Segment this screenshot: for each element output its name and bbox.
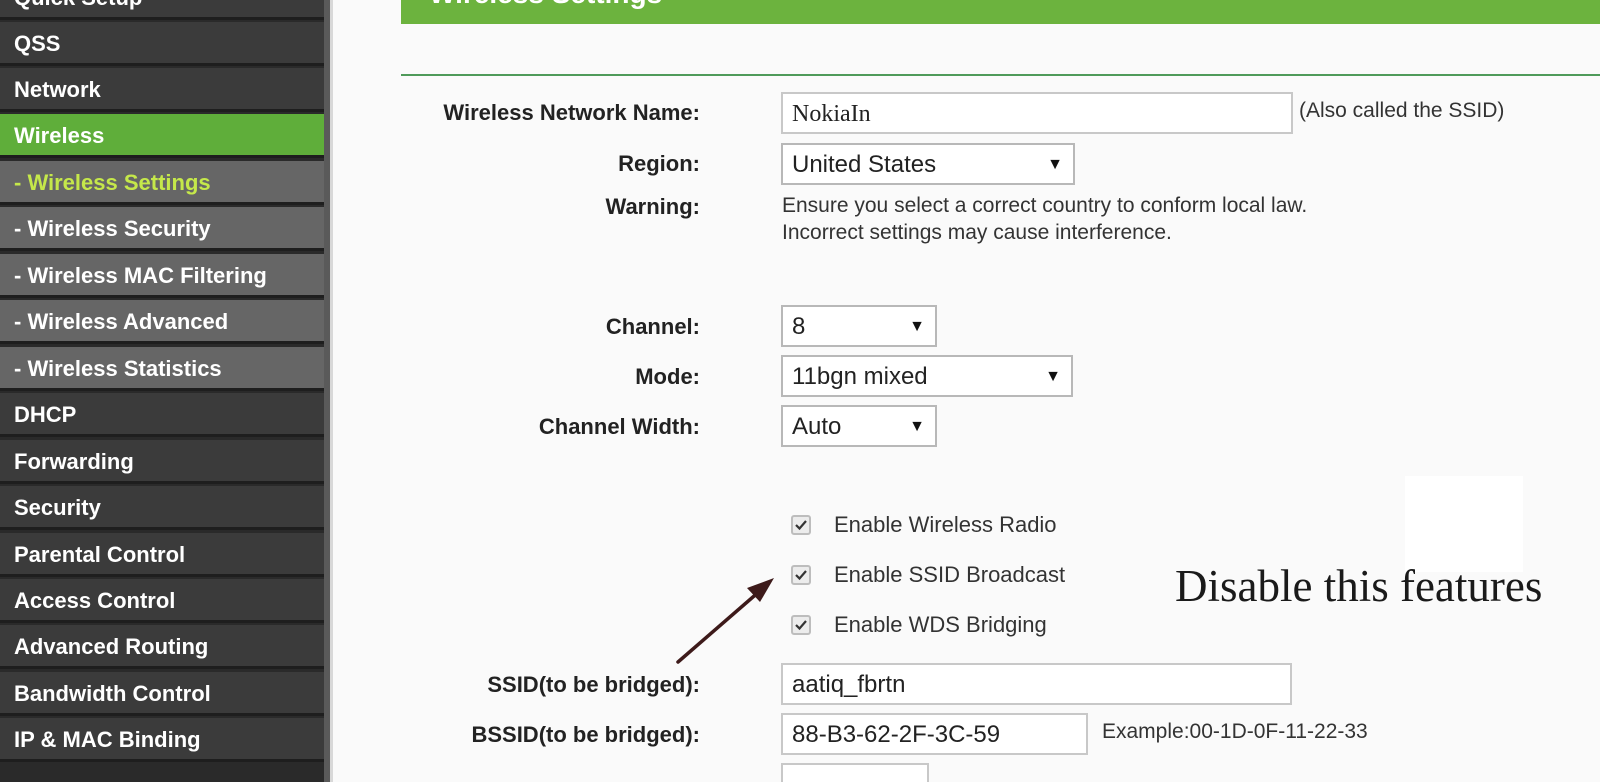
dropdown-arrow-icon: ▼ xyxy=(909,418,925,435)
page-title-bar: Wireless Settings xyxy=(401,0,1600,24)
region-select-value: United States xyxy=(792,151,937,178)
sidebar-item-quick-setup[interactable]: Quick Setup xyxy=(0,0,324,20)
sidebar-nav: Quick Setup QSS Network Wireless - Wirel… xyxy=(0,0,330,782)
dropdown-arrow-icon: ▼ xyxy=(909,318,925,335)
page-title: Wireless Settings xyxy=(429,0,662,8)
sidebar-item-qss[interactable]: QSS xyxy=(0,22,324,66)
sidebar-item-bandwidth-control[interactable]: Bandwidth Control xyxy=(0,672,324,716)
main-content: Wireless Settings Wireless Network Name:… xyxy=(333,0,1600,782)
network-name-input[interactable]: NokiaIn xyxy=(781,92,1293,134)
enable-wireless-radio-label: Enable Wireless Radio xyxy=(834,512,1057,537)
sidebar-item-wireless[interactable]: Wireless xyxy=(0,114,324,158)
enable-wds-bridging-label: Enable WDS Bridging xyxy=(834,612,1047,637)
enable-ssid-broadcast-label: Enable SSID Broadcast xyxy=(834,562,1066,587)
bssid-bridged-input[interactable]: 88-B3-62-2F-3C-59 xyxy=(781,713,1088,755)
sidebar-item-wireless-settings[interactable]: - Wireless Settings xyxy=(0,161,324,205)
sidebar-item-parental-control[interactable]: Parental Control xyxy=(0,533,324,577)
network-name-label: Wireless Network Name: xyxy=(443,100,700,125)
sidebar-item-security[interactable]: Security xyxy=(0,486,324,530)
router-admin-window: Quick Setup QSS Network Wireless - Wirel… xyxy=(0,0,1600,782)
sidebar-item-wireless-security[interactable]: - Wireless Security xyxy=(0,207,324,251)
annotation-text: Disable this features xyxy=(1175,561,1543,611)
region-select[interactable]: United States ▼ xyxy=(781,143,1075,185)
sidebar-item-advanced-routing[interactable]: Advanced Routing xyxy=(0,625,324,669)
region-label: Region: xyxy=(618,151,700,176)
mode-select[interactable]: 11bgn mixed ▼ xyxy=(781,355,1073,397)
network-name-hint: (Also called the SSID) xyxy=(1299,99,1505,122)
mode-select-value: 11bgn mixed xyxy=(792,363,928,390)
checkmark-icon xyxy=(795,570,807,581)
enable-wds-bridging-checkbox[interactable] xyxy=(791,615,811,635)
channel-select[interactable]: 8 ▼ xyxy=(781,305,937,347)
sidebar-item-wireless-statistics[interactable]: - Wireless Statistics xyxy=(0,347,324,391)
dropdown-arrow-icon: ▼ xyxy=(1045,368,1061,385)
title-divider xyxy=(401,74,1600,76)
sidebar-item-access-control[interactable]: Access Control xyxy=(0,579,324,623)
ssid-bridged-label: SSID(to be bridged): xyxy=(487,672,700,697)
checkmark-icon xyxy=(795,520,807,531)
annotation-white-patch xyxy=(1405,476,1523,572)
channel-width-label: Channel Width: xyxy=(538,414,700,439)
checkmark-icon xyxy=(795,620,807,631)
ssid-bridged-input[interactable]: aatiq_fbrtn xyxy=(781,663,1292,705)
sidebar-item-wireless-advanced[interactable]: - Wireless Advanced xyxy=(0,300,324,344)
channel-label: Channel: xyxy=(605,314,700,339)
sidebar-item-dhcp[interactable]: DHCP xyxy=(0,393,324,437)
warning-text-line2: Incorrect settings may cause interferenc… xyxy=(782,221,1172,244)
sidebar-item-wireless-mac-filtering[interactable]: - Wireless MAC Filtering xyxy=(0,254,324,298)
dropdown-arrow-icon: ▼ xyxy=(1047,156,1063,173)
bssid-bridged-label: BSSID(to be bridged): xyxy=(471,722,700,747)
channel-select-value: 8 xyxy=(792,313,806,340)
sidebar-item-ip-mac-binding[interactable]: IP & MAC Binding xyxy=(0,718,324,762)
warning-text-line1: Ensure you select a correct country to c… xyxy=(782,194,1308,217)
enable-ssid-broadcast-checkbox[interactable] xyxy=(791,565,811,585)
channel-width-select-value: Auto xyxy=(792,413,842,440)
next-field-input[interactable] xyxy=(781,763,929,782)
sidebar-item-forwarding[interactable]: Forwarding xyxy=(0,440,324,484)
warning-label: Warning: xyxy=(605,194,701,219)
mode-label: Mode: xyxy=(635,364,700,389)
channel-width-select[interactable]: Auto ▼ xyxy=(781,405,937,447)
bssid-example-hint: Example:00-1D-0F-11-22-33 xyxy=(1102,720,1368,743)
enable-wireless-radio-checkbox[interactable] xyxy=(791,515,811,535)
sidebar-item-network[interactable]: Network xyxy=(0,68,324,112)
